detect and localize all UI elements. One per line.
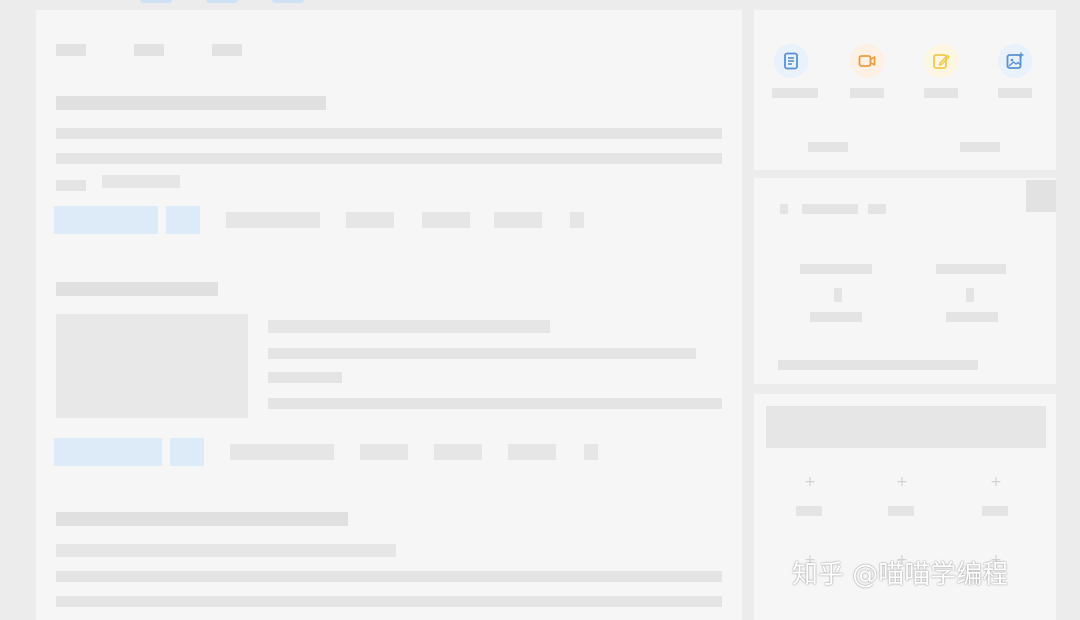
feed-item-actions — [54, 438, 614, 466]
feed-tab-1[interactable] — [56, 44, 86, 56]
downvote-button[interactable] — [170, 438, 204, 466]
quick-create-card — [754, 10, 1056, 170]
upvote-button[interactable] — [54, 438, 162, 466]
feed-tabs — [56, 44, 356, 60]
feed-item-excerpt-line — [268, 372, 342, 383]
top-nav-tab[interactable] — [272, 0, 304, 3]
stat-change — [946, 312, 998, 322]
feed-item-excerpt-line — [268, 398, 722, 409]
quick-action-label — [850, 88, 884, 98]
more-button[interactable] — [584, 444, 598, 460]
comment-button[interactable] — [230, 444, 334, 460]
document-icon[interactable] — [774, 44, 808, 78]
comment-button[interactable] — [226, 212, 320, 228]
feed-item-excerpt-line — [56, 571, 722, 582]
like-button[interactable] — [494, 212, 542, 228]
upvote-button[interactable] — [54, 206, 158, 234]
edit-icon[interactable] — [924, 44, 958, 78]
quick-action-label — [998, 88, 1032, 98]
feed-item-excerpt-line — [56, 596, 722, 607]
quick-link[interactable] — [808, 142, 848, 152]
feature-label[interactable] — [796, 506, 822, 516]
feed-item-title[interactable] — [56, 96, 326, 110]
favorite-button[interactable] — [422, 212, 470, 228]
feed-item-title[interactable] — [56, 512, 348, 526]
stat-label — [800, 264, 872, 274]
feed-item-excerpt-line — [56, 153, 722, 164]
plus-icon: + — [990, 474, 1002, 490]
stat-change — [810, 312, 862, 322]
top-nav-tab[interactable] — [140, 0, 172, 3]
feed-tab-2[interactable] — [134, 44, 164, 56]
feed-item-excerpt-line — [268, 348, 696, 359]
quick-action-label — [772, 88, 818, 98]
creator-center-card — [754, 178, 1056, 384]
quick-action-label — [924, 88, 958, 98]
creator-level — [868, 204, 886, 214]
creator-badge — [1026, 180, 1056, 212]
feed-item-actions — [54, 206, 614, 234]
feed-card — [36, 10, 742, 620]
top-navigation-hint — [140, 0, 320, 4]
share-button[interactable] — [346, 212, 394, 228]
plus-icon: + — [896, 474, 908, 490]
read-more-link[interactable] — [102, 175, 180, 188]
creator-center-link[interactable] — [778, 360, 978, 370]
feed-item-excerpt-line — [56, 544, 396, 557]
feed-item-excerpt-line — [56, 180, 86, 191]
more-button[interactable] — [570, 212, 584, 228]
stat-value — [966, 288, 974, 302]
feature-label[interactable] — [982, 506, 1008, 516]
top-nav-tab[interactable] — [206, 0, 238, 3]
zhihu-home-page: + + + + + + 知乎 @喵喵学编程 — [0, 0, 1080, 620]
feed-item-excerpt-line — [56, 128, 722, 139]
feed-item-excerpt-line — [268, 320, 550, 333]
like-button[interactable] — [508, 444, 556, 460]
feed-item-title[interactable] — [56, 282, 218, 296]
zhihu-watermark: 知乎 @喵喵学编程 — [792, 560, 1009, 590]
image-add-icon[interactable] — [998, 44, 1032, 78]
downvote-button[interactable] — [166, 206, 200, 234]
stat-value — [834, 288, 842, 302]
favorite-button[interactable] — [434, 444, 482, 460]
video-icon[interactable] — [850, 44, 884, 78]
quick-link[interactable] — [960, 142, 1000, 152]
creator-title — [802, 204, 858, 214]
stat-label — [936, 264, 1006, 274]
promo-banner[interactable] — [766, 406, 1046, 448]
share-button[interactable] — [360, 444, 408, 460]
creator-icon — [780, 204, 788, 214]
feed-tab-3[interactable] — [212, 44, 242, 56]
feature-label[interactable] — [888, 506, 914, 516]
plus-icon: + — [804, 474, 816, 490]
feed-item-thumbnail[interactable] — [56, 314, 248, 418]
